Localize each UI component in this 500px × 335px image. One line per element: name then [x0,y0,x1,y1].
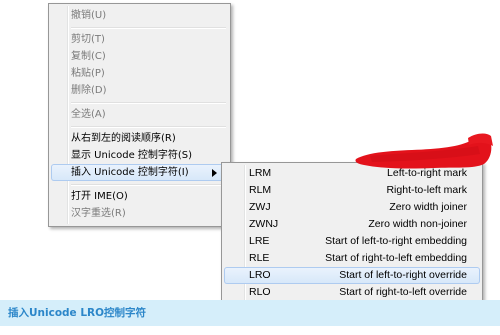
submenu-item-description: Right-to-left mark [386,184,467,196]
submenu-item-description: Start of left-to-right override [339,269,467,281]
menu-item-undo: 撤销(U) [51,7,228,24]
submenu-item-code: LRO [249,269,271,281]
submenu-item-description: Start of right-to-left embedding [325,252,467,264]
menu-separator [51,99,228,106]
submenu-arrow-icon [212,169,217,177]
menu-item-label: 粘贴(P) [71,68,105,79]
menu-item-copy: 复制(C) [51,48,228,65]
context-menu: 撤销(U) 剪切(T) 复制(C) 粘贴(P) 删除(D) 全选(A) 从右到左… [48,3,231,227]
menu-item-label: 剪切(T) [71,34,105,45]
menu-item-label: 显示 Unicode 控制字符(S) [71,150,193,161]
submenu-item-rlo[interactable]: RLO Start of right-to-left override [224,284,480,301]
submenu-item-code: ZWJ [249,201,271,213]
menu-item-show-unicode-control-chars[interactable]: 显示 Unicode 控制字符(S) [51,147,228,164]
menu-item-label: 撤销(U) [71,10,107,21]
menu-item-label: 汉字重选(R) [71,208,126,219]
menu-item-label: 从右到左的阅读顺序(R) [71,133,176,144]
submenu-item-description: Start of right-to-left override [339,286,467,298]
submenu-item-rlm[interactable]: RLM Right-to-left mark [224,182,480,199]
submenu-item-code: LRE [249,235,270,247]
submenu-item-rle[interactable]: RLE Start of right-to-left embedding [224,250,480,267]
unicode-control-char-submenu: LRM Left-to-right mark RLM Right-to-left… [221,162,483,312]
menu-separator [51,123,228,130]
menu-item-label: 删除(D) [71,85,107,96]
menu-item-delete: 删除(D) [51,82,228,99]
submenu-item-code: ZWNJ [249,218,279,230]
submenu-item-description: Start of left-to-right embedding [325,235,467,247]
menu-item-rtl-reading-order[interactable]: 从右到左的阅读顺序(R) [51,130,228,147]
submenu-item-zwj[interactable]: ZWJ Zero width joiner [224,199,480,216]
menu-item-label: 复制(C) [71,51,106,62]
menu-item-label: 插入 Unicode 控制字符(I) [71,167,189,178]
menu-item-open-ime[interactable]: 打开 IME(O) [51,188,228,205]
submenu-item-description: Zero width joiner [389,201,467,213]
submenu-item-zwnj[interactable]: ZWNJ Zero width non-joiner [224,216,480,233]
menu-item-label: 全选(A) [71,109,106,120]
menu-item-cut: 剪切(T) [51,31,228,48]
submenu-item-code: RLO [249,286,271,298]
submenu-item-description: Zero width non-joiner [368,218,467,230]
caption-text: 插入Unicode LRO控制字符 [8,307,147,319]
menu-item-paste: 粘贴(P) [51,65,228,82]
red-redaction-mark [350,132,495,174]
submenu-item-lro[interactable]: LRO Start of left-to-right override [224,267,480,284]
submenu-item-code: RLE [249,252,270,264]
caption-bar: 插入Unicode LRO控制字符 [0,300,500,326]
menu-item-reconversion: 汉字重选(R) [51,205,228,222]
menu-item-label: 打开 IME(O) [71,191,128,202]
submenu-item-lre[interactable]: LRE Start of left-to-right embedding [224,233,480,250]
menu-separator [51,181,228,188]
submenu-item-code: LRM [249,167,272,179]
menu-item-insert-unicode-control-char[interactable]: 插入 Unicode 控制字符(I) [51,164,228,181]
menu-item-select-all: 全选(A) [51,106,228,123]
menu-separator [51,24,228,31]
submenu-item-code: RLM [249,184,272,196]
